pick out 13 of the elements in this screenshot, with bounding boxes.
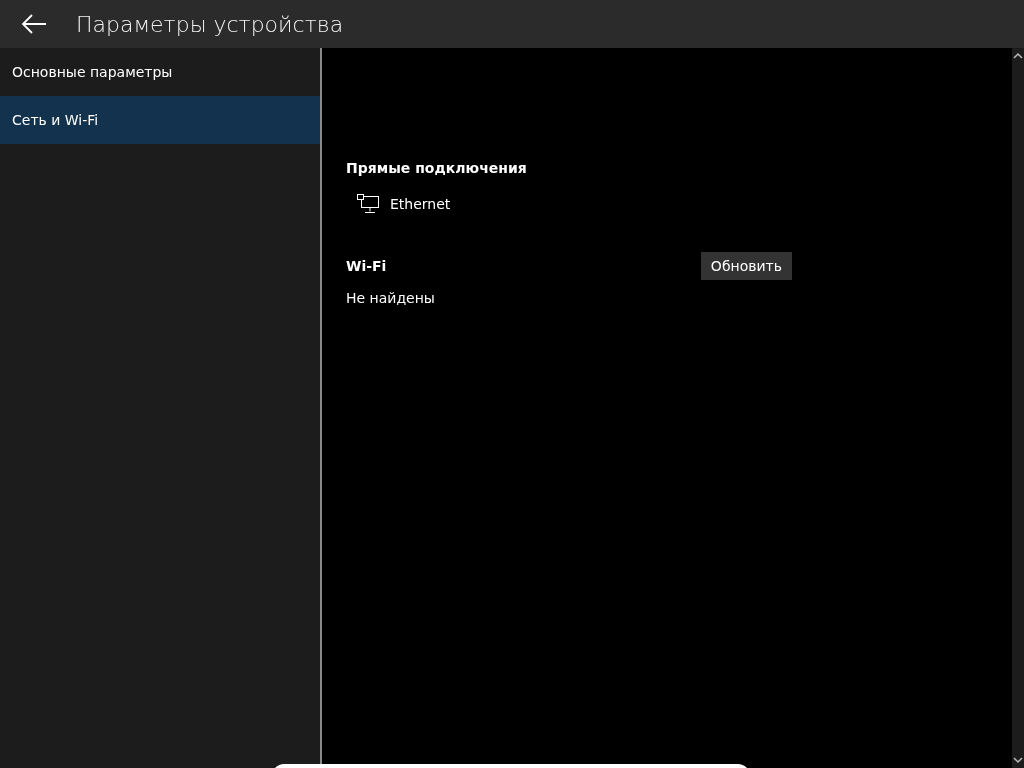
- window-title: Параметры устройства: [76, 11, 344, 37]
- status-text: Не найдены: [346, 290, 436, 306]
- section-heading: Прямые подключения: [346, 160, 528, 176]
- sidebar-item[interactable]: Основные параметры: [0, 48, 320, 96]
- chevron-up-icon: [1013, 52, 1023, 60]
- connection-label[interactable]: Ethernet: [390, 196, 451, 212]
- refresh-button[interactable]: Обновить: [700, 252, 792, 280]
- monitor-icon: [356, 194, 380, 214]
- section-heading: Wi-Fi: [346, 258, 387, 274]
- back-arrow-icon: [21, 14, 47, 34]
- scrollbar[interactable]: [1012, 48, 1024, 768]
- chevron-down-icon: [1013, 756, 1023, 764]
- sidebar-item[interactable]: Сеть и Wi-Fi: [0, 96, 320, 144]
